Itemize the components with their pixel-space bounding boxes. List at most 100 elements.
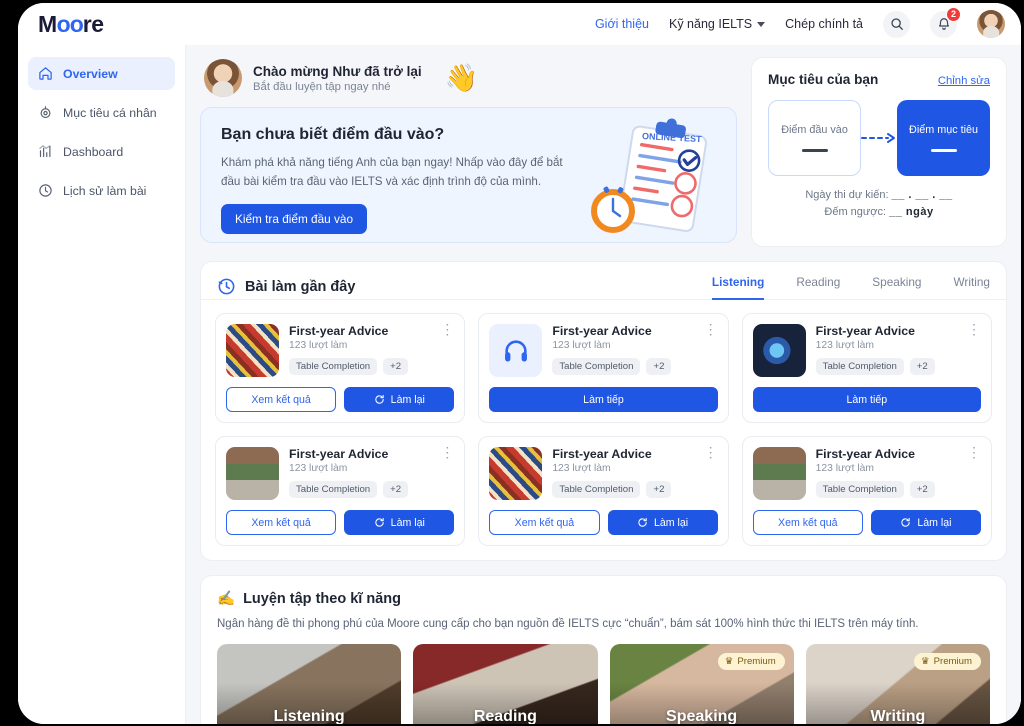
sidebar-item-dashboard[interactable]: Dashboard: [28, 135, 175, 168]
redo-button[interactable]: Làm lại: [870, 510, 981, 535]
skill-label: Speaking: [666, 708, 738, 724]
practice-title: First-year Advice: [815, 324, 915, 338]
skills-title-text: Luyện tập theo kĩ năng: [243, 590, 401, 607]
brand-logo[interactable]: Moo re: [38, 11, 104, 38]
practice-card[interactable]: First-year Advice 123 lượt làm Table Com…: [478, 436, 729, 546]
practice-card[interactable]: First-year Advice 123 lượt làm Table Com…: [741, 436, 992, 546]
redo-button[interactable]: Làm lại: [344, 387, 455, 412]
tab-listening[interactable]: Listening: [711, 275, 765, 300]
recent-tabs: Listening Reading Speaking Writing: [711, 274, 991, 300]
practice-plays: 123 lượt làm: [289, 463, 348, 474]
sidebar-item-lich-su-lam-bai-label: Lịch sử làm bài: [63, 183, 147, 198]
entry-test-banner: Bạn chưa biết điểm đầu vào? Khám phá khả…: [200, 107, 737, 243]
continue-button[interactable]: Làm tiếp: [489, 387, 718, 412]
continue-button[interactable]: Làm tiếp: [752, 387, 981, 412]
practice-plays: 123 lượt làm: [815, 463, 874, 474]
nav-item-ky-nang-ielts[interactable]: Kỹ năng IELTS: [669, 17, 766, 31]
refresh-icon: [901, 517, 911, 527]
skill-card-writing[interactable]: ♛ Premium Writing: [805, 644, 990, 724]
online-test-illustration: ONLINE TEST: [591, 118, 707, 233]
premium-badge: ♛ Premium: [914, 653, 981, 670]
entry-score-label: Điểm đầu vào: [781, 124, 848, 136]
tab-reading[interactable]: Reading: [796, 275, 840, 300]
sidebar-item-muc-tieu-ca-nhan-label: Mục tiêu cá nhân: [63, 105, 157, 120]
practice-more-menu-icon[interactable]: ⋮: [436, 445, 454, 500]
top-header: Moo re Giới thiệu Kỹ năng IELTS Chép chín…: [18, 3, 1021, 45]
practice-chip-more: +2: [383, 358, 409, 375]
redo-button[interactable]: Làm lại: [607, 510, 718, 535]
skills-grid: Listening Reading ♛ Premium Speaking ♛ P…: [201, 630, 1006, 724]
practice-chip: Table Completion: [552, 358, 641, 375]
tab-speaking[interactable]: Speaking: [872, 275, 921, 300]
practice-chip: Table Completion: [289, 481, 378, 498]
practice-chip: Table Completion: [815, 481, 904, 498]
practice-chip-more: +2: [909, 481, 935, 498]
chart-icon: [39, 145, 51, 158]
practice-chip-more: +2: [646, 358, 672, 375]
practice-more-menu-icon[interactable]: ⋮: [963, 322, 981, 377]
skills-subtitle: Ngân hàng đề thi phong phú của Moore cun…: [217, 618, 919, 630]
premium-label: Premium: [737, 656, 776, 667]
redo-button-label: Làm lại: [390, 393, 425, 406]
entry-test-button[interactable]: Kiểm tra điểm đầu vào: [221, 204, 368, 235]
premium-badge: ♛ Premium: [717, 653, 785, 670]
recent-cards-grid: First-year Advice 123 lượt làm Table Com…: [201, 300, 1006, 560]
target-score-label: Điểm mục tiêu: [909, 124, 979, 136]
notifications-button[interactable]: 2: [930, 6, 961, 38]
header-nav: Giới thiệu Kỹ năng IELTS Chép chính tả 2: [595, 6, 1005, 38]
main-content: Chào mừng Như đã trở lại Bắt đầu luyện t…: [186, 45, 1021, 724]
clock-icon: [39, 184, 52, 197]
skill-card-reading[interactable]: Reading: [413, 644, 598, 724]
view-result-button[interactable]: Xem kết quả: [226, 510, 337, 535]
target-score-box[interactable]: Điểm mục tiêu: [897, 100, 990, 176]
sidebar: Overview Mục tiêu cá nhân Dashboard Lịch…: [18, 45, 186, 724]
search-button[interactable]: [883, 10, 910, 38]
countdown-value: __ ngày: [889, 206, 934, 218]
redo-button[interactable]: Làm lại: [344, 510, 455, 535]
redo-button-label: Làm lại: [917, 516, 952, 529]
crown-icon: ♛: [921, 656, 930, 667]
practice-more-menu-icon[interactable]: ⋮: [436, 322, 454, 377]
view-result-button[interactable]: Xem kết quả: [226, 387, 337, 412]
practice-thumbnail: [226, 324, 279, 377]
view-result-button[interactable]: Xem kết quả: [489, 510, 600, 535]
entry-score-box[interactable]: Điểm đầu vào: [768, 100, 862, 176]
practice-thumbnail: [752, 324, 806, 377]
greeting-avatar: [204, 59, 242, 97]
nav-item-chep-chinh-ta[interactable]: Chép chính tả: [785, 17, 863, 31]
countdown-label: Đếm ngược:: [824, 206, 887, 218]
practice-card[interactable]: First-year Advice 123 lượt làm Table Com…: [478, 313, 729, 423]
nav-item-gioi-thieu[interactable]: Giới thiệu: [595, 17, 649, 31]
practice-card[interactable]: First-year Advice 123 lượt làm Table Com…: [215, 313, 466, 423]
practice-more-menu-icon[interactable]: ⋮: [700, 445, 718, 500]
refresh-icon: [375, 394, 384, 404]
sidebar-item-dashboard-label: Dashboard: [63, 144, 124, 159]
skills-panel: ✍️ Luyện tập theo kĩ năng Ngân hàng đề t…: [200, 575, 1007, 724]
practice-more-menu-icon[interactable]: ⋮: [963, 445, 981, 500]
sidebar-item-muc-tieu-ca-nhan[interactable]: Mục tiêu cá nhân: [28, 96, 175, 129]
practice-chip: Table Completion: [815, 358, 904, 375]
sidebar-item-overview-label: Overview: [63, 66, 118, 81]
sidebar-item-lich-su-lam-bai[interactable]: Lịch sử làm bài: [28, 174, 175, 207]
goal-edit-link[interactable]: Chỉnh sửa: [938, 75, 990, 87]
refresh-icon: [375, 517, 384, 527]
sidebar-item-overview[interactable]: Overview: [28, 57, 175, 90]
practice-plays: 123 lượt làm: [552, 463, 611, 474]
redo-button-label: Làm lại: [654, 516, 689, 529]
practice-card[interactable]: First-year Advice 123 lượt làm Table Com…: [741, 313, 992, 423]
practice-card[interactable]: First-year Advice 123 lượt làm Table Com…: [215, 436, 466, 546]
waving-hand-icon: 👋: [444, 62, 479, 93]
chevron-down-icon: [757, 21, 766, 27]
arrow-right-icon: [861, 132, 897, 144]
target-score-value: [930, 149, 957, 152]
skill-card-listening[interactable]: Listening: [217, 644, 402, 724]
nav-item-ky-nang-ielts-label: Kỹ năng IELTS: [669, 17, 753, 31]
tab-writing[interactable]: Writing: [954, 275, 991, 300]
view-result-button[interactable]: Xem kết quả: [752, 510, 863, 535]
brand-logo-part2: re: [82, 10, 104, 37]
recent-activity-panel: Bài làm gần đây Listening Reading Speaki…: [200, 261, 1007, 561]
user-avatar[interactable]: [977, 10, 1005, 38]
skill-card-speaking[interactable]: ♛ Premium Speaking: [609, 644, 794, 724]
practice-more-menu-icon[interactable]: ⋮: [700, 322, 718, 377]
banner-body: Khám phá khả năng tiếng Anh của bạn ngay…: [221, 156, 563, 188]
